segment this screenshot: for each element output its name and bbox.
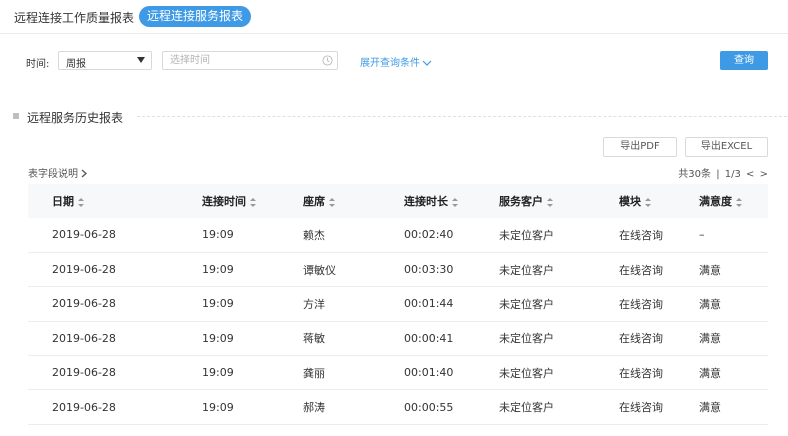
cell-agent: 谭敏仪	[303, 263, 336, 277]
cell-satisfaction: 满意	[699, 263, 721, 277]
cell-module: 在线咨询	[619, 366, 663, 380]
pagination: 共30条 | 1/3 < >	[676, 165, 768, 180]
tab-service-report[interactable]: 远程连接服务报表	[139, 6, 252, 27]
cell-duration: 00:01:44	[404, 297, 454, 311]
cell-date: 2019-06-28	[52, 228, 116, 242]
cell-connect-time: 19:09	[202, 228, 234, 242]
cell-satisfaction: 满意	[699, 366, 721, 380]
cell-connect-time: 19:09	[202, 331, 234, 345]
cell-customer: 未定位客户	[499, 401, 554, 415]
table-row: 2019-06-28 19:09 方洋 00:01:44 未定位客户 在线咨询 …	[28, 287, 768, 322]
table-row: 2019-06-28 19:09 谭敏仪 00:03:30 未定位客户 在线咨询…	[28, 252, 768, 287]
period-select-value: 周报	[66, 59, 86, 70]
cell-customer: 未定位客户	[499, 297, 554, 311]
cell-date: 2019-06-28	[52, 263, 116, 277]
tab-work-quality-report[interactable]: 远程连接工作质量报表	[14, 9, 134, 26]
date-input[interactable]	[170, 52, 320, 69]
clock-icon	[322, 55, 333, 66]
export-pdf-button[interactable]: 导出PDF	[603, 137, 677, 157]
field-description-label: 表字段说明	[28, 169, 78, 180]
expand-filters-link[interactable]: 展开查询条件	[360, 54, 432, 69]
cell-duration: 00:03:30	[404, 263, 454, 277]
cell-agent: 蒋敏	[303, 332, 325, 346]
cell-module: 在线咨询	[619, 228, 663, 242]
section-marker	[13, 113, 19, 119]
time-filter-label: 时间:	[26, 59, 50, 70]
prev-page-button[interactable]: <	[746, 169, 754, 180]
period-select[interactable]: 周报	[58, 51, 152, 70]
sort-icon[interactable]	[250, 197, 256, 207]
sort-icon[interactable]	[736, 197, 742, 207]
field-description-link[interactable]: 表字段说明	[28, 165, 87, 180]
section-header: 远程服务历史报表	[13, 109, 787, 125]
sort-icon[interactable]	[547, 197, 553, 207]
column-header-connect-time[interactable]: 连接时间	[202, 184, 303, 218]
column-header-satisfaction[interactable]: 满意度	[699, 184, 768, 218]
cell-module: 在线咨询	[619, 401, 663, 415]
column-header-agent[interactable]: 座席	[303, 184, 404, 218]
cell-duration: 00:00:55	[404, 400, 454, 414]
sort-icon[interactable]	[329, 197, 335, 207]
cell-agent: 郝涛	[303, 401, 325, 415]
cell-agent: 龚丽	[303, 366, 325, 380]
cell-satisfaction: –	[699, 228, 705, 242]
cell-connect-time: 19:09	[202, 263, 234, 277]
export-excel-button[interactable]: 导出EXCEL	[685, 137, 768, 157]
cell-date: 2019-06-28	[52, 366, 116, 380]
cell-customer: 未定位客户	[499, 332, 554, 346]
cell-customer: 未定位客户	[499, 228, 554, 242]
top-tab-bar: 远程连接工作质量报表 远程连接服务报表	[0, 0, 788, 34]
cell-satisfaction: 满意	[699, 297, 721, 311]
column-header-date[interactable]: 日期	[28, 184, 202, 218]
cell-module: 在线咨询	[619, 263, 663, 277]
cell-date: 2019-06-28	[52, 400, 116, 414]
sort-icon[interactable]	[78, 197, 84, 207]
cell-agent: 方洋	[303, 297, 325, 311]
cell-duration: 00:00:41	[404, 331, 454, 345]
section-title: 远程服务历史报表	[27, 111, 124, 125]
sort-icon[interactable]	[645, 197, 651, 207]
table-row: 2019-06-28 19:09 龚丽 00:01:40 未定位客户 在线咨询 …	[28, 356, 768, 390]
cell-date: 2019-06-28	[52, 297, 116, 311]
column-header-duration[interactable]: 连接时长	[404, 184, 499, 218]
chevron-down-icon	[422, 60, 432, 66]
cell-duration: 00:02:40	[404, 228, 454, 242]
table-header-row: 日期 连接时间 座席 连接时长 服务客户 模块 满意度	[28, 184, 768, 218]
cell-satisfaction: 满意	[699, 401, 721, 415]
cell-customer: 未定位客户	[499, 263, 554, 277]
query-button[interactable]: 查询	[720, 51, 768, 70]
next-page-button[interactable]: >	[760, 169, 768, 180]
cell-duration: 00:01:40	[404, 366, 454, 380]
cell-satisfaction: 满意	[699, 332, 721, 346]
cell-module: 在线咨询	[619, 297, 663, 311]
total-count: 共30条	[678, 169, 711, 180]
report-table: 日期 连接时间 座席 连接时长 服务客户 模块 满意度 2019-06-28 1…	[28, 184, 768, 425]
table-row: 2019-06-28 19:09 郝涛 00:00:55 未定位客户 在线咨询 …	[28, 390, 768, 425]
chevron-right-icon	[81, 169, 87, 178]
expand-filters-label: 展开查询条件	[360, 58, 420, 69]
column-header-module[interactable]: 模块	[619, 184, 699, 218]
cell-connect-time: 19:09	[202, 297, 234, 311]
caret-down-icon	[137, 57, 145, 63]
cell-customer: 未定位客户	[499, 366, 554, 380]
pager-separator: |	[716, 169, 720, 180]
cell-date: 2019-06-28	[52, 331, 116, 345]
cell-module: 在线咨询	[619, 332, 663, 346]
cell-connect-time: 19:09	[202, 366, 234, 380]
cell-agent: 赖杰	[303, 228, 325, 242]
column-header-customer[interactable]: 服务客户	[499, 184, 619, 218]
table-row: 2019-06-28 19:09 蒋敏 00:00:41 未定位客户 在线咨询 …	[28, 321, 768, 356]
sort-icon[interactable]	[452, 197, 458, 207]
page-indicator: 1/3	[724, 169, 741, 180]
date-picker[interactable]	[162, 51, 338, 70]
cell-connect-time: 19:09	[202, 400, 234, 414]
table-row: 2019-06-28 19:09 赖杰 00:02:40 未定位客户 在线咨询 …	[28, 218, 768, 253]
section-divider	[137, 116, 787, 117]
